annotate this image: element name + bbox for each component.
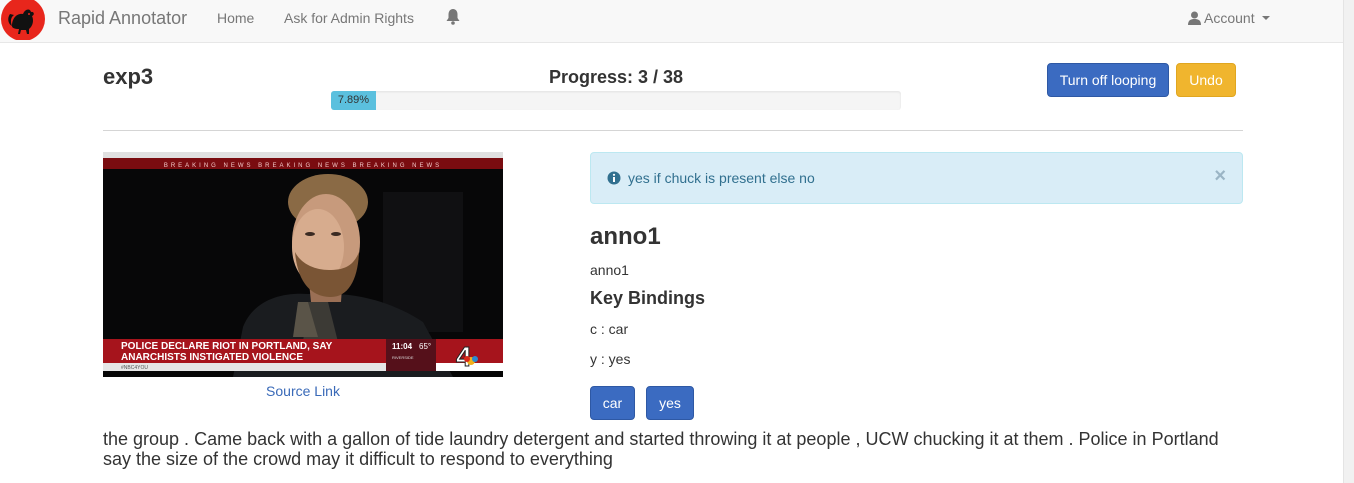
progress-bar: 7.89%	[331, 91, 901, 110]
hashtag-text: #NBC4YOU	[121, 365, 148, 371]
toggle-looping-button[interactable]: Turn off looping	[1047, 63, 1169, 97]
annotation-subtitle: anno1	[590, 262, 629, 278]
news-frame-image: BREAKING NEWS BREAKING NEWS BREAKING NEW…	[103, 152, 503, 377]
key-binding-item: y : yes	[590, 351, 631, 367]
breaking-news-banner: BREAKING NEWS BREAKING NEWS BREAKING NEW…	[164, 163, 442, 169]
navbar: Rapid Annotator Home Ask for Admin Right…	[0, 0, 1343, 43]
app-brand[interactable]: Rapid Annotator	[58, 8, 187, 29]
user-icon	[1188, 11, 1201, 25]
close-icon[interactable]: ×	[1214, 166, 1226, 186]
media-frame[interactable]: BREAKING NEWS BREAKING NEWS BREAKING NEW…	[103, 152, 503, 377]
key-binding-item: c : car	[590, 321, 629, 337]
experiment-title: exp3	[103, 64, 154, 89]
annotation-title: anno1	[590, 223, 661, 250]
transcript-text: the group . Came back with a gallon of t…	[103, 429, 1219, 469]
undo-button[interactable]: Undo	[1176, 63, 1236, 97]
progress-label: Progress: 3 / 38	[548, 67, 684, 87]
temperature-text: 65°	[419, 342, 431, 351]
lower-third-line-2: ANARCHISTS INSTIGATED VIOLENCE	[121, 352, 303, 363]
source-link[interactable]: Source Link	[103, 383, 503, 399]
channel-logo: 4	[456, 341, 472, 372]
clock-text: 11:04	[392, 342, 413, 351]
account-label: Account	[1204, 10, 1255, 26]
instruction-alert: yes if chuck is present else no ×	[590, 152, 1243, 204]
logo-rooster-icon[interactable]	[0, 0, 46, 40]
account-menu[interactable]: Account	[1188, 10, 1270, 26]
label-button-car[interactable]: car	[590, 386, 635, 420]
instruction-text: yes if chuck is present else no	[628, 170, 815, 186]
lower-third-line-1: POLICE DECLARE RIOT IN PORTLAND, SAY	[121, 341, 333, 352]
info-circle-icon	[607, 171, 621, 185]
label-button-yes[interactable]: yes	[646, 386, 694, 420]
divider	[103, 130, 1243, 131]
nav-home[interactable]: Home	[217, 10, 254, 26]
bell-icon[interactable]	[445, 8, 461, 25]
location-text: RIVERSIDE	[392, 355, 414, 360]
progress-fill: 7.89%	[331, 91, 376, 110]
key-bindings-heading: Key Bindings	[590, 288, 706, 308]
page-scrollbar[interactable]	[1343, 0, 1354, 483]
nav-admin-rights[interactable]: Ask for Admin Rights	[284, 10, 414, 26]
chevron-down-icon	[1261, 16, 1270, 20]
